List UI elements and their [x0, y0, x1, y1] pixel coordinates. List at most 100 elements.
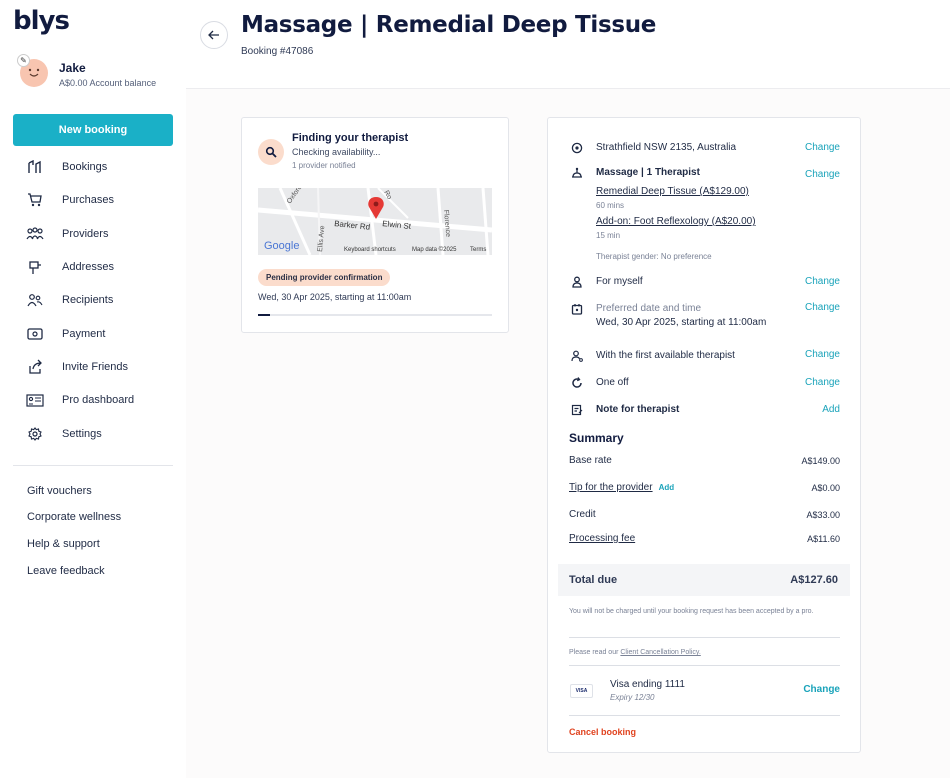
page-header: Massage | Remedial Deep Tissue Booking #…	[186, 0, 950, 89]
bookings-icon	[26, 159, 44, 175]
sidebar-item-addresses[interactable]: Addresses	[26, 256, 176, 278]
blys-logo[interactable]: blys	[13, 6, 70, 36]
search-icon	[258, 139, 284, 165]
arrow-left-icon	[208, 30, 219, 40]
processing-fee-value: A$11.60	[807, 534, 840, 544]
therapist-gender: Therapist gender: No preference	[596, 252, 712, 261]
gear-icon	[26, 426, 44, 442]
sidebar-item-pro-dashboard[interactable]: Pro dashboard	[26, 389, 176, 411]
payment-icon	[26, 326, 44, 342]
sidebar-item-invite-friends[interactable]: Invite Friends	[26, 356, 176, 378]
map-keyboard-shortcuts: Keyboard shortcuts	[344, 247, 396, 253]
sidebar-item-label: Invite Friends	[62, 361, 129, 373]
charge-note: You will not be charged until your booki…	[569, 608, 814, 615]
change-datetime-link[interactable]: Change	[805, 302, 840, 313]
smiley-icon	[28, 68, 40, 77]
policy-note: Please read our Client Cancellation Poli…	[569, 647, 841, 659]
leave-feedback-link[interactable]: Leave feedback	[27, 565, 105, 577]
sidebar-item-label: Pro dashboard	[62, 394, 135, 406]
add-tip-link[interactable]: Add	[659, 483, 675, 492]
share-icon	[26, 359, 44, 375]
corporate-wellness-link[interactable]: Corporate wellness	[27, 511, 121, 523]
card-title: Visa ending 1111	[610, 679, 685, 690]
datetime-value: Wed, 30 Apr 2025, starting at 11:00am	[596, 317, 767, 328]
sidebar-item-bookings[interactable]: Bookings	[26, 156, 176, 178]
edit-avatar-icon[interactable]: ✎	[17, 54, 30, 67]
change-frequency-link[interactable]: Change	[805, 377, 840, 388]
addon-duration: 15 min	[596, 231, 621, 240]
finding-title: Finding your therapist	[292, 132, 409, 144]
sidebar-item-label: Payment	[62, 328, 106, 340]
map-terms: Terms	[470, 247, 486, 253]
treatment-duration: 60 mins	[596, 201, 625, 210]
summary-title: Summary	[569, 431, 624, 445]
map-data-credit: Map data ©2025	[412, 246, 457, 253]
total-due-value: A$127.60	[790, 574, 838, 586]
sidebar-item-settings[interactable]: Settings	[26, 423, 176, 445]
datetime-label: Preferred date and time	[596, 303, 702, 314]
booking-datetime: Wed, 30 Apr 2025, starting at 11:00am	[258, 292, 412, 302]
recipients-icon	[26, 292, 44, 308]
providers-notified: 1 provider notified	[292, 161, 356, 170]
change-payment-link[interactable]: Change	[803, 684, 840, 695]
address-icon	[26, 259, 44, 275]
location-map[interactable]: Barker Rd Elwin St Oxford Florence Ellis…	[258, 188, 492, 255]
sidebar-item-label: Settings	[62, 428, 102, 440]
gift-vouchers-link[interactable]: Gift vouchers	[27, 485, 92, 497]
sidebar-item-purchases[interactable]: Purchases	[26, 189, 176, 211]
status-badge: Pending provider confirmation	[258, 269, 391, 286]
policy-prefix: Please read our	[569, 649, 621, 656]
search-progress-bar	[258, 314, 492, 316]
calendar-icon	[570, 302, 584, 316]
change-therapist-link[interactable]: Change	[805, 349, 840, 360]
change-recipient-link[interactable]: Change	[805, 276, 840, 287]
sidebar-item-providers[interactable]: Providers	[26, 223, 176, 245]
credit-label: Credit	[569, 509, 596, 520]
back-button[interactable]	[200, 21, 228, 49]
divider	[569, 637, 840, 638]
map-canvas: Barker Rd Elwin St Oxford Florence Ellis…	[258, 188, 492, 255]
massage-icon	[570, 166, 584, 180]
change-service-link[interactable]: Change	[805, 169, 840, 180]
booking-details-card: Strathfield NSW 2135, Australia Change M…	[547, 117, 861, 753]
tip-label[interactable]: Tip for the provider	[569, 482, 653, 493]
page-title: Massage | Remedial Deep Tissue	[241, 12, 657, 38]
change-address-link[interactable]: Change	[805, 142, 840, 153]
booking-number: Booking #47086	[241, 46, 314, 57]
new-booking-button[interactable]: New booking	[13, 114, 173, 146]
base-rate-label: Base rate	[569, 455, 612, 466]
tip-value: A$0.00	[811, 483, 840, 493]
help-support-link[interactable]: Help & support	[27, 538, 100, 550]
note-icon	[570, 403, 584, 417]
cancellation-policy-link[interactable]: Client Cancellation Policy.	[620, 649, 700, 656]
add-note-link[interactable]: Add	[822, 404, 840, 415]
total-due-label: Total due	[569, 574, 618, 586]
service-title: Massage | 1 Therapist	[596, 167, 700, 178]
user-name: Jake	[59, 61, 86, 75]
providers-icon	[26, 226, 44, 242]
base-rate-value: A$149.00	[801, 456, 840, 466]
addon-link[interactable]: Add-on: Foot Reflexology (A$20.00)	[596, 216, 756, 227]
therapist-icon	[570, 349, 584, 363]
treatment-link[interactable]: Remedial Deep Tissue (A$129.00)	[596, 186, 749, 197]
refresh-icon	[570, 376, 584, 390]
tip-row: Tip for the provider Add	[569, 482, 674, 493]
sidebar: blys ✎ Jake A$0.00 Account balance New b…	[0, 0, 186, 778]
divider	[569, 715, 840, 716]
sidebar-item-recipients[interactable]: Recipients	[26, 289, 176, 311]
sidebar-item-payment[interactable]: Payment	[26, 323, 176, 345]
frequency-text: One off	[596, 377, 629, 388]
processing-fee-label[interactable]: Processing fee	[569, 533, 635, 544]
credit-value: A$33.00	[806, 510, 840, 520]
sidebar-item-label: Addresses	[62, 261, 114, 273]
note-label: Note for therapist	[596, 404, 680, 415]
sidebar-item-label: Recipients	[62, 294, 114, 306]
card-expiry: Expiry 12/30	[610, 693, 655, 702]
sidebar-item-label: Providers	[62, 228, 109, 240]
finding-therapist-card: Finding your therapist Checking availabi…	[241, 117, 509, 333]
sidebar-item-label: Purchases	[62, 194, 114, 206]
cancel-booking-button[interactable]: Cancel booking	[569, 727, 636, 737]
person-icon	[570, 275, 584, 289]
total-due-row: Total due A$127.60	[558, 564, 850, 596]
recipient-text: For myself	[596, 276, 643, 287]
